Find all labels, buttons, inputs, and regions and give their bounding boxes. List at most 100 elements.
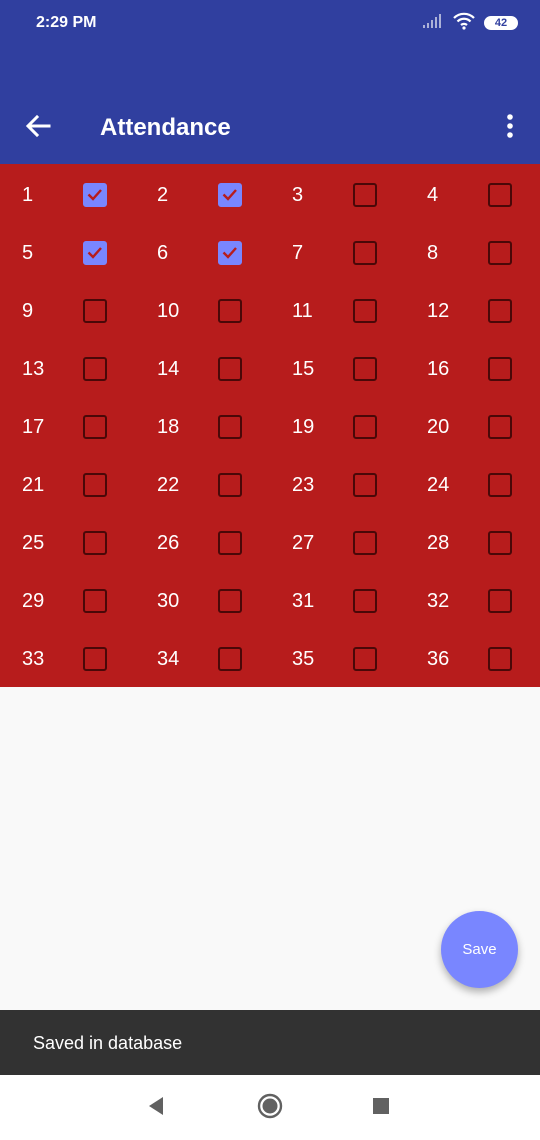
roll-number: 11: [292, 300, 313, 322]
roll-number: 14: [157, 358, 180, 380]
attendance-item: 3: [270, 165, 405, 223]
attendance-item: 24: [405, 455, 540, 513]
attendance-item: 11: [270, 281, 405, 339]
nav-recents-button[interactable]: [366, 1093, 396, 1123]
attendance-item: 29: [0, 571, 135, 629]
attendance-checkbox[interactable]: [218, 299, 242, 323]
attendance-checkbox[interactable]: [353, 357, 377, 381]
attendance-checkbox[interactable]: [83, 357, 107, 381]
attendance-checkbox[interactable]: [218, 183, 242, 207]
attendance-checkbox[interactable]: [353, 589, 377, 613]
roll-number: 28: [427, 532, 450, 554]
attendance-checkbox[interactable]: [218, 473, 242, 497]
attendance-checkbox[interactable]: [353, 241, 377, 265]
nav-home-button[interactable]: [255, 1093, 285, 1123]
roll-number: 35: [292, 648, 315, 670]
save-button[interactable]: Save: [441, 911, 518, 988]
more-vert-icon: [506, 113, 514, 144]
attendance-checkbox[interactable]: [83, 473, 107, 497]
roll-number: 19: [292, 416, 315, 438]
overflow-menu-button[interactable]: [498, 110, 522, 146]
roll-number: 27: [292, 532, 315, 554]
roll-number: 10: [157, 300, 180, 322]
nav-back-button[interactable]: [141, 1093, 171, 1123]
roll-number: 18: [157, 416, 180, 438]
attendance-checkbox[interactable]: [218, 531, 242, 555]
attendance-checkbox[interactable]: [488, 357, 512, 381]
attendance-checkbox[interactable]: [488, 183, 512, 207]
attendance-item: 7: [270, 223, 405, 281]
roll-number: 2: [157, 184, 169, 206]
attendance-checkbox[interactable]: [488, 473, 512, 497]
roll-number: 30: [157, 590, 180, 612]
roll-number: 20: [427, 416, 450, 438]
roll-number: 23: [292, 474, 315, 496]
attendance-checkbox[interactable]: [83, 647, 107, 671]
check-icon: [87, 189, 102, 201]
attendance-checkbox[interactable]: [488, 647, 512, 671]
roll-number: 13: [22, 358, 45, 380]
attendance-item: 18: [135, 397, 270, 455]
check-icon: [222, 247, 237, 259]
attendance-grid-panel: 1 2 3 4 5 6 7 8 9 10 11 12 13 14 15 16 17 18 19 20 21 22 23 24 2…: [0, 164, 540, 687]
attendance-item: 5: [0, 223, 135, 281]
attendance-grid: 1 2 3 4 5 6 7 8 9 10 11 12 13 14 15 16 17 18 19 20 21 22 23 24 2…: [0, 164, 540, 687]
roll-number: 3: [292, 184, 304, 206]
attendance-item: 13: [0, 339, 135, 397]
attendance-item: 14: [135, 339, 270, 397]
attendance-checkbox[interactable]: [353, 531, 377, 555]
attendance-item: 6: [135, 223, 270, 281]
attendance-checkbox[interactable]: [83, 299, 107, 323]
attendance-checkbox[interactable]: [488, 531, 512, 555]
attendance-checkbox[interactable]: [488, 415, 512, 439]
app-bar: Attendance: [0, 48, 540, 164]
attendance-checkbox[interactable]: [218, 647, 242, 671]
attendance-item: 22: [135, 455, 270, 513]
attendance-checkbox[interactable]: [83, 241, 107, 265]
attendance-item: 30: [135, 571, 270, 629]
attendance-item: 8: [405, 223, 540, 281]
arrow-back-icon: [25, 113, 51, 144]
roll-number: 29: [22, 590, 45, 612]
attendance-checkbox[interactable]: [353, 647, 377, 671]
roll-number: 26: [157, 532, 180, 554]
roll-number: 12: [427, 300, 450, 322]
attendance-checkbox[interactable]: [488, 299, 512, 323]
attendance-checkbox[interactable]: [83, 531, 107, 555]
status-icons: 42: [422, 12, 518, 34]
roll-number: 16: [427, 358, 450, 380]
attendance-checkbox[interactable]: [83, 415, 107, 439]
attendance-checkbox[interactable]: [218, 415, 242, 439]
attendance-item: 10: [135, 281, 270, 339]
system-nav-bar: [0, 1075, 540, 1140]
status-bar: 2:29 PM 42: [0, 0, 540, 48]
attendance-item: 31: [270, 571, 405, 629]
roll-number: 5: [22, 242, 34, 264]
attendance-item: 36: [405, 629, 540, 687]
attendance-item: 27: [270, 513, 405, 571]
attendance-item: 9: [0, 281, 135, 339]
attendance-item: 33: [0, 629, 135, 687]
attendance-checkbox[interactable]: [353, 473, 377, 497]
attendance-checkbox[interactable]: [83, 183, 107, 207]
attendance-item: 28: [405, 513, 540, 571]
attendance-item: 15: [270, 339, 405, 397]
roll-number: 4: [427, 184, 439, 206]
roll-number: 36: [427, 648, 450, 670]
roll-number: 21: [22, 474, 45, 496]
attendance-checkbox[interactable]: [353, 183, 377, 207]
attendance-checkbox[interactable]: [218, 241, 242, 265]
roll-number: 8: [427, 242, 439, 264]
attendance-checkbox[interactable]: [488, 241, 512, 265]
attendance-item: 4: [405, 165, 540, 223]
attendance-checkbox[interactable]: [218, 589, 242, 613]
save-button-label: Save: [462, 941, 497, 958]
attendance-checkbox[interactable]: [353, 299, 377, 323]
triangle-back-icon: [147, 1096, 165, 1121]
back-button[interactable]: [20, 110, 56, 146]
attendance-checkbox[interactable]: [488, 589, 512, 613]
roll-number: 24: [427, 474, 450, 496]
attendance-checkbox[interactable]: [353, 415, 377, 439]
attendance-checkbox[interactable]: [83, 589, 107, 613]
attendance-checkbox[interactable]: [218, 357, 242, 381]
